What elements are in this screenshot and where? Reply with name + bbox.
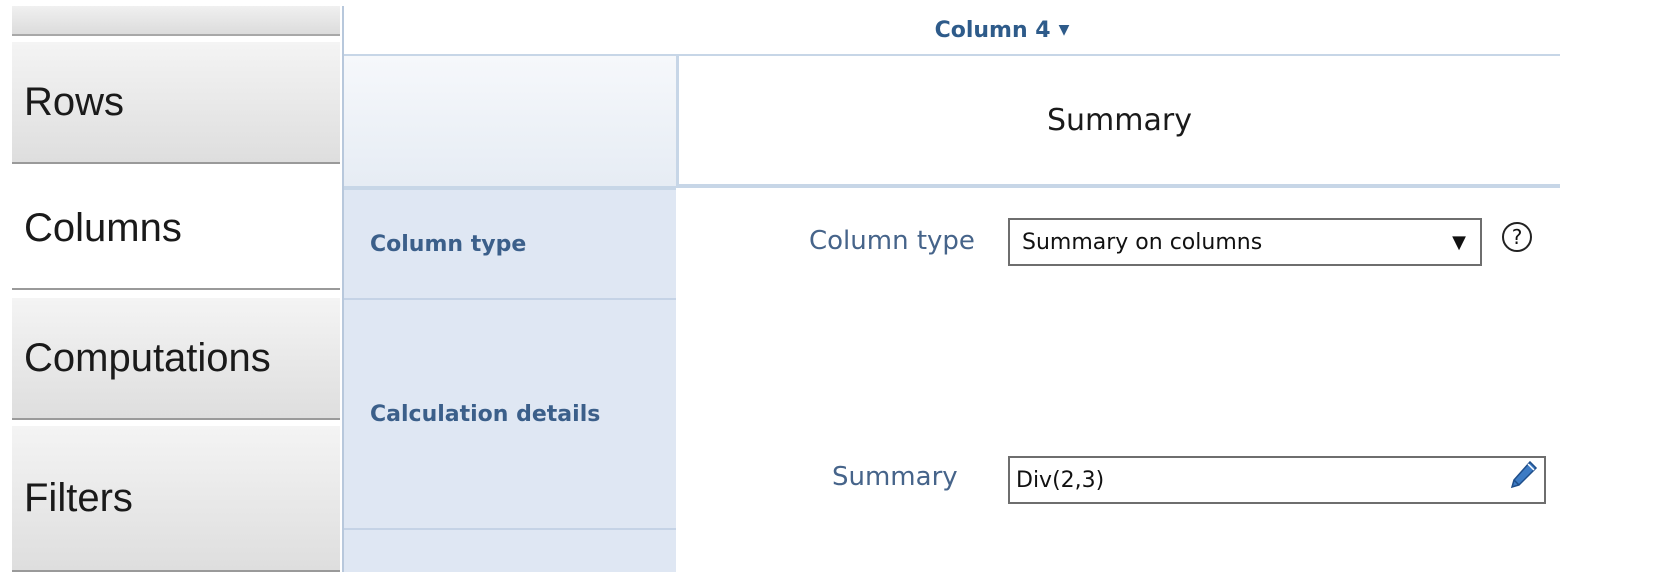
column-type-value: Summary on columns [1022,229,1263,255]
label-column-header [344,56,676,190]
tab-filters[interactable]: Filters [12,426,340,572]
tab-computations[interactable]: Computations [12,298,340,420]
tab-rows[interactable]: Rows [12,42,340,164]
tab-computations-label: Computations [24,335,271,380]
summary-heading-text: Summary [1047,102,1192,138]
tab-filters-label: Filters [24,475,133,520]
tab-rows-label: Rows [24,79,125,124]
select-arrow-icon: ▼ [1452,231,1466,253]
row-label-column-type: Column type [370,231,527,257]
tab-columns[interactable]: Columns [12,168,340,290]
summary-input[interactable]: Div(2,3) [1008,456,1546,504]
pencil-icon[interactable] [1506,458,1540,492]
left-tab-panel: Rows Columns Computations Filters [8,6,344,572]
content-panel: Summary Column type Summary on columns ▼… [676,56,1560,572]
row-label-calculation-details: Calculation details [370,401,601,427]
help-icon-glyph: ? [1511,225,1523,249]
tab-columns-label: Columns [24,205,182,250]
summary-value: Div(2,3) [1016,467,1105,493]
summary-label: Summary [832,462,958,492]
column-type-select[interactable]: Summary on columns ▼ [1008,218,1482,266]
row-separator [344,528,676,530]
summary-heading: Summary [676,56,1560,188]
row-label-column: Column type Calculation details [344,56,676,572]
help-icon[interactable]: ? [1502,222,1532,252]
chevron-down-icon: ▼ [1058,22,1070,38]
column-type-label: Column type [809,226,975,256]
column-header-title: Column 4 [934,17,1051,43]
column-header-dropdown[interactable]: Column 4 ▼ [344,6,1660,56]
right-margin [1560,6,1667,572]
tab-strip-top [12,6,340,36]
